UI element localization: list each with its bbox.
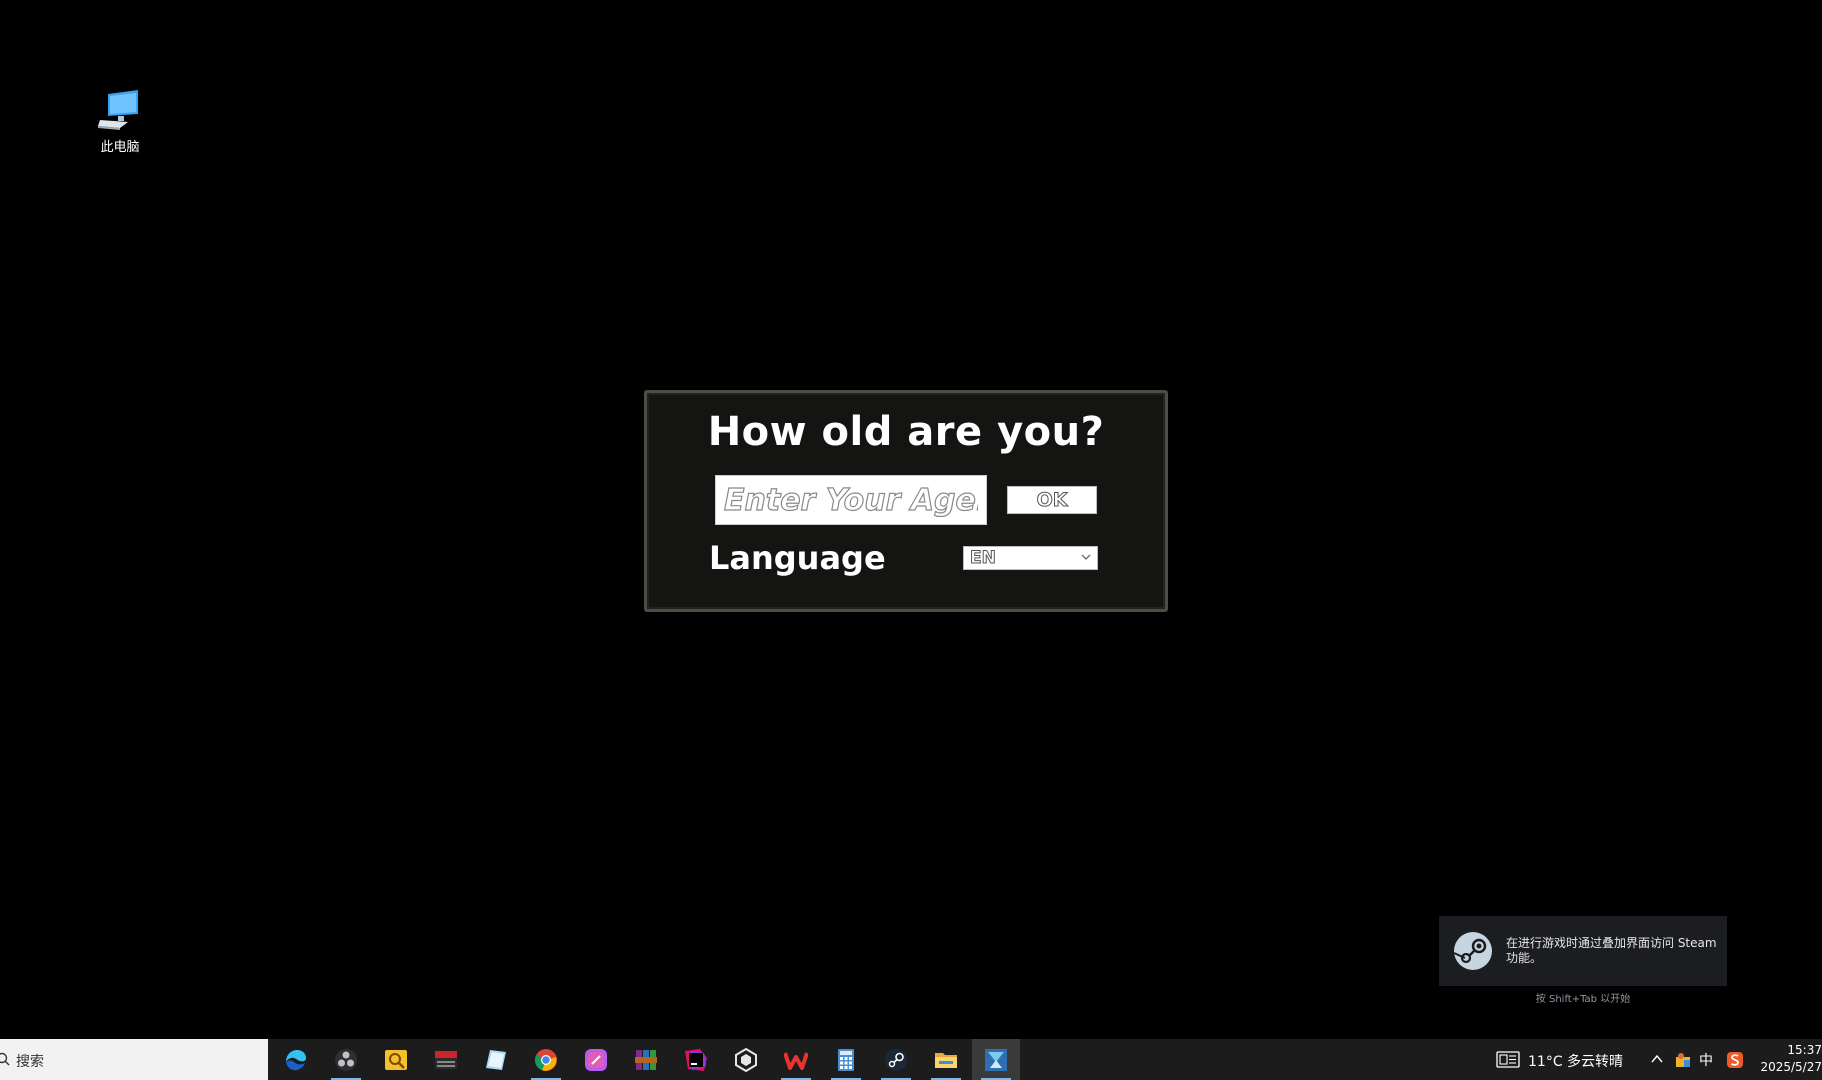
file-explorer-icon (934, 1048, 958, 1072)
clock-time: 15:37 (1756, 1042, 1822, 1059)
taskbar: 搜索 (0, 1039, 1822, 1080)
unity-icon (734, 1048, 758, 1072)
calculator-icon (834, 1048, 858, 1072)
chevron-down-icon (1081, 553, 1091, 561)
steam-icon (1453, 931, 1493, 971)
dialog-title: How old are you? (647, 409, 1165, 455)
edge-icon (284, 1048, 308, 1072)
desktop-icon-label: 此电脑 (100, 140, 139, 155)
taskbar-app-design[interactable] (572, 1039, 620, 1080)
taskbar-search[interactable]: 搜索 (0, 1039, 268, 1080)
computer-icon (98, 90, 142, 132)
image-viewer-icon (384, 1048, 408, 1072)
desktop: 此电脑 How old are you? OK Language EN 在进行游… (0, 0, 1822, 1039)
language-selected-value: EN (970, 548, 996, 568)
chrome-icon (534, 1048, 558, 1072)
rider-icon (684, 1048, 708, 1072)
taskbar-app-wps[interactable] (772, 1039, 820, 1080)
game-icon (984, 1048, 1008, 1072)
taskbar-app-edge[interactable] (272, 1039, 320, 1080)
steam-icon (884, 1048, 908, 1072)
voicemeeter-icon (434, 1048, 458, 1072)
taskbar-app-file-explorer[interactable] (922, 1039, 970, 1080)
sogou-input-icon[interactable] (1726, 1051, 1744, 1069)
taskbar-app-game[interactable] (972, 1039, 1020, 1080)
obs-icon (334, 1048, 358, 1072)
tray-app-icon[interactable] (1674, 1051, 1692, 1069)
ime-indicator[interactable]: 中 (1699, 1050, 1713, 1070)
toast-hint: 按 Shift+Tab 以开始 (1439, 990, 1727, 1005)
chevron-up-icon[interactable] (1650, 1053, 1664, 1065)
weather-text[interactable]: 11°C 多云转晴 (1528, 1051, 1623, 1071)
language-dropdown[interactable]: EN (963, 546, 1098, 570)
system-clock[interactable]: 15:37 2025/5/27 (1756, 1042, 1822, 1076)
search-placeholder: 搜索 (16, 1051, 44, 1071)
winrar-icon (634, 1048, 658, 1072)
taskbar-app-voicemeeter[interactable] (422, 1039, 470, 1080)
weather-news-icon[interactable] (1496, 1051, 1520, 1068)
wps-icon (784, 1048, 808, 1072)
taskbar-app-obs[interactable] (322, 1039, 370, 1080)
taskbar-app-rider[interactable] (672, 1039, 720, 1080)
design-app-icon (584, 1048, 608, 1072)
search-icon (0, 1052, 10, 1066)
clock-date: 2025/5/27 (1756, 1059, 1822, 1076)
age-input[interactable] (715, 475, 987, 525)
taskbar-app-winrar[interactable] (622, 1039, 670, 1080)
taskbar-app-calculator[interactable] (822, 1039, 870, 1080)
ok-button[interactable]: OK (1007, 486, 1097, 514)
age-dialog: How old are you? OK Language EN (644, 390, 1168, 612)
steam-overlay-toast[interactable]: 在进行游戏时通过叠加界面访问 Steam 功能。 (1439, 916, 1727, 986)
desktop-icon-this-pc[interactable]: 此电脑 (90, 90, 150, 155)
toast-message: 在进行游戏时通过叠加界面访问 Steam 功能。 (1506, 936, 1721, 966)
taskbar-app-steam[interactable] (872, 1039, 920, 1080)
taskbar-app-chrome[interactable] (522, 1039, 570, 1080)
taskbar-app-unity[interactable] (722, 1039, 770, 1080)
notes-icon (484, 1048, 508, 1072)
taskbar-app-notes[interactable] (472, 1039, 520, 1080)
taskbar-app-image-viewer[interactable] (372, 1039, 420, 1080)
language-label: Language (709, 539, 886, 577)
